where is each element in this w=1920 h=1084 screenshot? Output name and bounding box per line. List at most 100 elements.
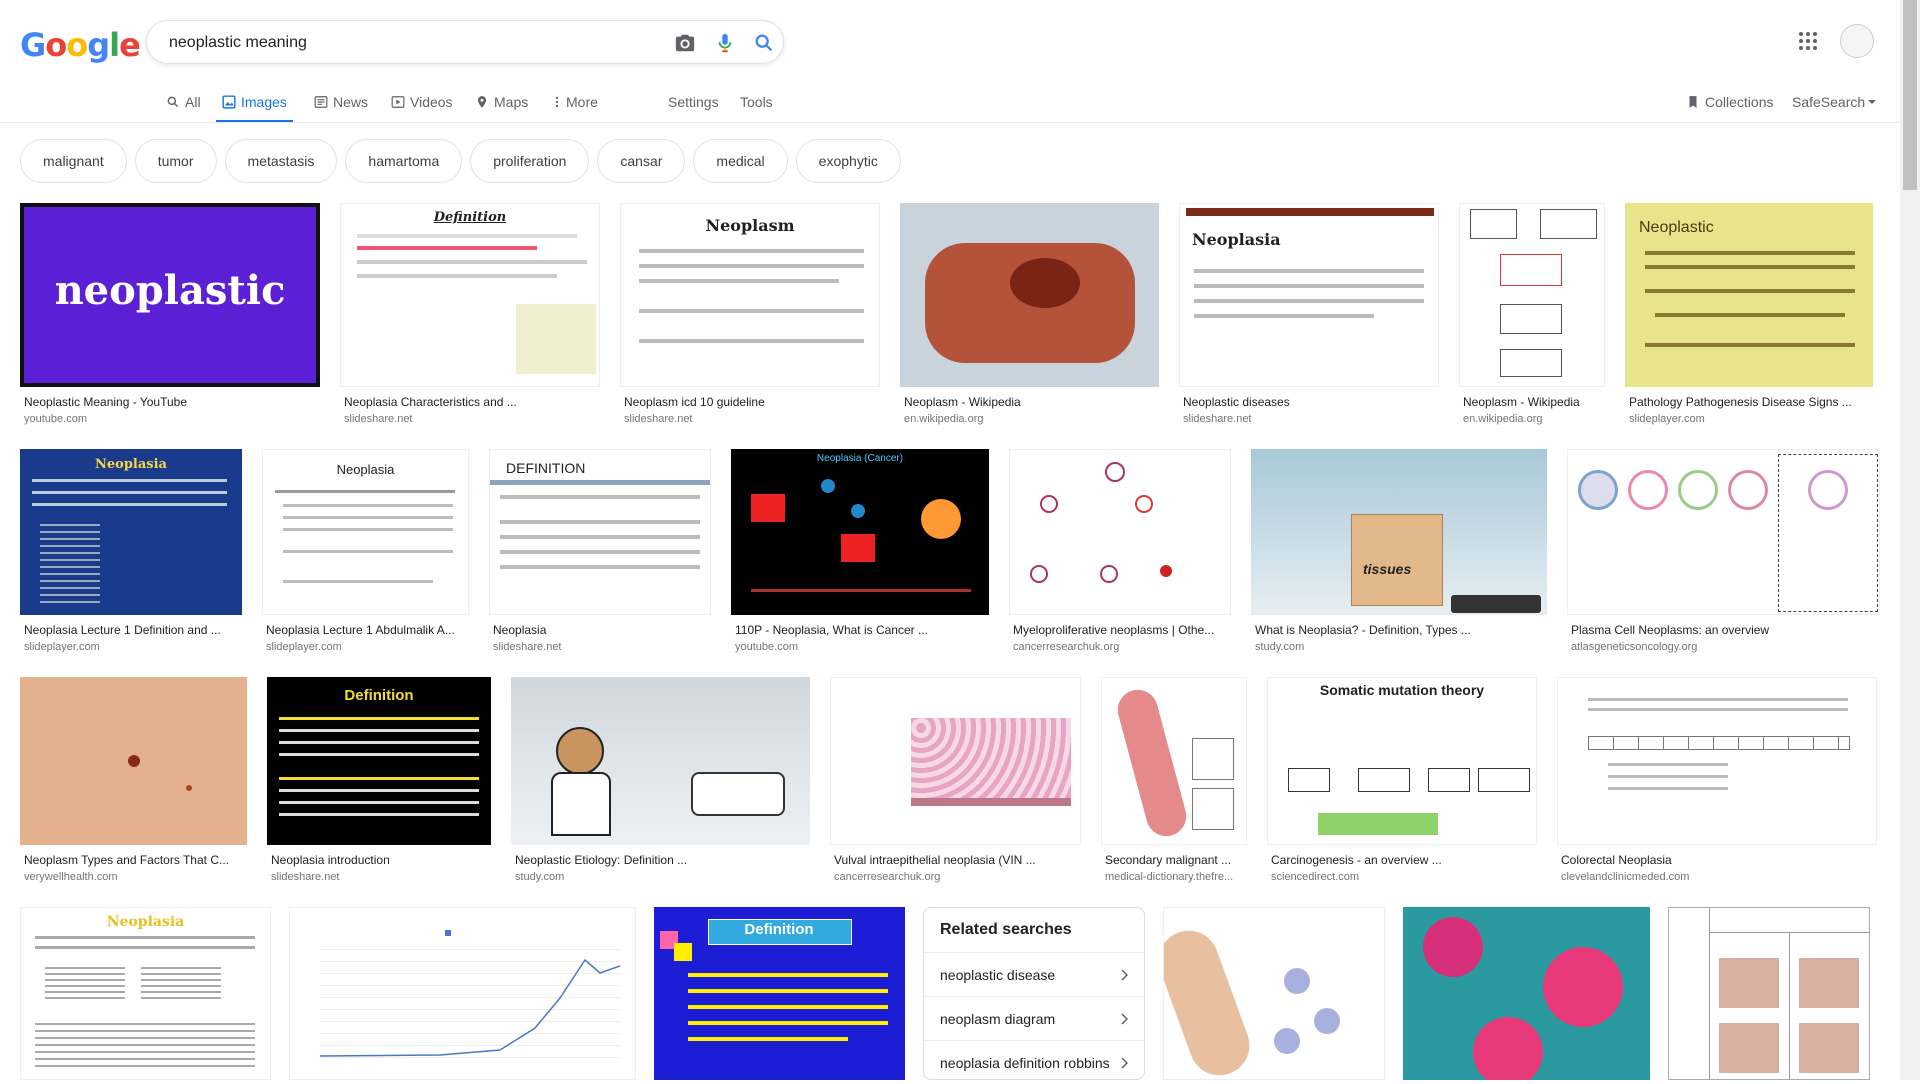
result-caption[interactable]: What is Neoplasia? - Definition, Types .… bbox=[1251, 623, 1547, 637]
result-thumbnail[interactable] bbox=[1009, 449, 1231, 615]
result-thumbnail[interactable]: Definition bbox=[654, 907, 905, 1080]
image-result[interactable]: Myeloproliferative neoplasms | Othe... c… bbox=[1009, 449, 1231, 653]
result-source[interactable]: en.wikipedia.org bbox=[1459, 413, 1605, 425]
result-thumbnail[interactable]: Neoplasia bbox=[1179, 203, 1439, 387]
result-thumbnail[interactable] bbox=[1668, 907, 1870, 1080]
image-result[interactable] bbox=[1668, 907, 1870, 1080]
image-result[interactable]: Definition Neoplasia Characteristics and… bbox=[340, 203, 600, 425]
result-source[interactable]: study.com bbox=[1251, 641, 1547, 653]
camera-icon[interactable] bbox=[674, 32, 696, 54]
result-thumbnail[interactable]: DEFINITION bbox=[489, 449, 711, 615]
related-search-item[interactable]: neoplasia definition robbins bbox=[924, 1041, 1144, 1084]
tab-images[interactable]: Images bbox=[216, 84, 293, 123]
image-result[interactable]: Neoplasia Neoplasia Lecture 1 Abdulmalik… bbox=[262, 449, 469, 653]
image-result[interactable]: Neoplastic Pathology Pathogenesis Diseas… bbox=[1625, 203, 1873, 425]
chip-proliferation[interactable]: proliferation bbox=[470, 139, 590, 183]
result-caption[interactable]: Neoplasia Characteristics and ... bbox=[340, 395, 600, 409]
result-source[interactable]: medical-dictionary.thefre... bbox=[1101, 871, 1247, 883]
result-thumbnail[interactable]: Definition bbox=[340, 203, 600, 387]
image-result[interactable]: Neoplastic Etiology: Definition ... stud… bbox=[511, 677, 810, 883]
image-result[interactable]: Plasma Cell Neoplasms: an overview atlas… bbox=[1567, 449, 1880, 653]
result-caption[interactable]: Neoplasia bbox=[489, 623, 711, 637]
result-source[interactable]: clevelandclinicmeded.com bbox=[1557, 871, 1877, 883]
tab-news[interactable]: News bbox=[314, 84, 368, 120]
result-thumbnail[interactable]: Neoplasia bbox=[20, 449, 242, 615]
page-scrollbar[interactable] bbox=[1900, 0, 1920, 1080]
result-source[interactable]: atlasgeneticsoncology.org bbox=[1567, 641, 1880, 653]
related-search-item[interactable]: neoplasm diagram bbox=[924, 997, 1144, 1041]
result-caption[interactable]: Neoplastic diseases bbox=[1179, 395, 1439, 409]
tab-settings[interactable]: Settings bbox=[668, 84, 719, 120]
image-result[interactable]: Neoplasm Neoplasm icd 10 guideline slide… bbox=[620, 203, 880, 425]
result-thumbnail[interactable]: neoplastic bbox=[20, 203, 320, 387]
result-source[interactable]: youtube.com bbox=[731, 641, 989, 653]
microphone-icon[interactable] bbox=[714, 32, 736, 54]
result-source[interactable]: slideplayer.com bbox=[262, 641, 469, 653]
result-source[interactable]: slideshare.net bbox=[340, 413, 600, 425]
image-result[interactable]: Neoplasm - Wikipedia en.wikipedia.org bbox=[900, 203, 1159, 425]
image-result[interactable]: Neoplasia bbox=[20, 907, 271, 1080]
result-thumbnail[interactable] bbox=[1567, 449, 1880, 615]
chip-metastasis[interactable]: metastasis bbox=[224, 139, 338, 183]
result-caption[interactable]: Neoplasm - Wikipedia bbox=[1459, 395, 1605, 409]
result-source[interactable]: youtube.com bbox=[20, 413, 320, 425]
tab-all[interactable]: All bbox=[166, 84, 201, 120]
image-result[interactable]: Neoplasia (Cancer) 110P - Neoplasia, Wha… bbox=[731, 449, 989, 653]
result-thumbnail[interactable] bbox=[1163, 907, 1385, 1080]
tab-videos[interactable]: Videos bbox=[391, 84, 453, 120]
result-caption[interactable]: Myeloproliferative neoplasms | Othe... bbox=[1009, 623, 1231, 637]
result-source[interactable]: study.com bbox=[511, 871, 810, 883]
account-avatar[interactable] bbox=[1840, 24, 1874, 58]
result-caption[interactable]: Carcinogenesis - an overview ... bbox=[1267, 853, 1537, 867]
result-caption[interactable]: Neoplasm Types and Factors That C... bbox=[20, 853, 247, 867]
result-source[interactable]: slideplayer.com bbox=[1625, 413, 1873, 425]
result-source[interactable]: slideshare.net bbox=[620, 413, 880, 425]
result-source[interactable]: slideplayer.com bbox=[20, 641, 242, 653]
image-result[interactable]: Colorectal Neoplasia clevelandclinicmede… bbox=[1557, 677, 1877, 883]
result-thumbnail[interactable]: Neoplasia bbox=[262, 449, 469, 615]
google-logo[interactable]: Google bbox=[20, 26, 141, 64]
result-thumbnail[interactable] bbox=[511, 677, 810, 845]
result-source[interactable]: slideshare.net bbox=[1179, 413, 1439, 425]
result-caption[interactable]: Pathology Pathogenesis Disease Signs ... bbox=[1625, 395, 1873, 409]
result-thumbnail[interactable]: Neoplasia (Cancer) bbox=[731, 449, 989, 615]
collections-link[interactable]: Collections bbox=[1686, 84, 1773, 120]
scrollbar-thumb[interactable] bbox=[1903, 0, 1917, 190]
result-source[interactable]: en.wikipedia.org bbox=[900, 413, 1159, 425]
image-result[interactable]: Neoplasia Neoplastic diseases slideshare… bbox=[1179, 203, 1439, 425]
result-thumbnail[interactable]: Neoplastic bbox=[1625, 203, 1873, 387]
result-source[interactable]: slideshare.net bbox=[267, 871, 491, 883]
search-icon[interactable] bbox=[753, 32, 775, 54]
result-source[interactable]: cancerresearchuk.org bbox=[830, 871, 1081, 883]
chip-cansar[interactable]: cansar bbox=[597, 139, 686, 183]
image-result[interactable]: Neoplasm - Wikipedia en.wikipedia.org bbox=[1459, 203, 1605, 425]
result-thumbnail[interactable]: Somatic mutation theory bbox=[1267, 677, 1537, 845]
result-caption[interactable]: Colorectal Neoplasia bbox=[1557, 853, 1877, 867]
image-result[interactable]: tissues What is Neoplasia? - Definition,… bbox=[1251, 449, 1547, 653]
image-result[interactable] bbox=[289, 907, 636, 1080]
result-caption[interactable]: Plasma Cell Neoplasms: an overview bbox=[1567, 623, 1880, 637]
image-result[interactable] bbox=[1163, 907, 1385, 1080]
result-caption[interactable]: Neoplasm icd 10 guideline bbox=[620, 395, 880, 409]
image-result[interactable]: DEFINITION Neoplasia slideshare.net bbox=[489, 449, 711, 653]
chip-medical[interactable]: medical bbox=[693, 139, 788, 183]
tab-tools[interactable]: Tools bbox=[740, 84, 773, 120]
apps-grid-icon[interactable] bbox=[1798, 31, 1818, 51]
tab-maps[interactable]: Maps bbox=[475, 84, 528, 120]
image-result[interactable]: Definition bbox=[654, 907, 905, 1080]
result-thumbnail[interactable]: Definition bbox=[267, 677, 491, 845]
result-thumbnail[interactable] bbox=[830, 677, 1081, 845]
result-caption[interactable]: Secondary malignant ... bbox=[1101, 853, 1247, 867]
result-source[interactable]: slideshare.net bbox=[489, 641, 711, 653]
image-result[interactable]: Neoplasia Neoplasia Lecture 1 Definition… bbox=[20, 449, 242, 653]
result-thumbnail[interactable] bbox=[900, 203, 1159, 387]
result-thumbnail[interactable]: Neoplasia bbox=[20, 907, 271, 1080]
image-result[interactable] bbox=[1403, 907, 1650, 1080]
image-result[interactable]: Somatic mutation theory Carcinogenesis -… bbox=[1267, 677, 1537, 883]
result-thumbnail[interactable] bbox=[1557, 677, 1877, 845]
image-result[interactable]: neoplastic Neoplastic Meaning - YouTube … bbox=[20, 203, 320, 425]
result-thumbnail[interactable] bbox=[20, 677, 247, 845]
result-thumbnail[interactable]: Neoplasm bbox=[620, 203, 880, 387]
image-result[interactable]: Neoplasm Types and Factors That C... ver… bbox=[20, 677, 247, 883]
chip-tumor[interactable]: tumor bbox=[134, 139, 217, 183]
